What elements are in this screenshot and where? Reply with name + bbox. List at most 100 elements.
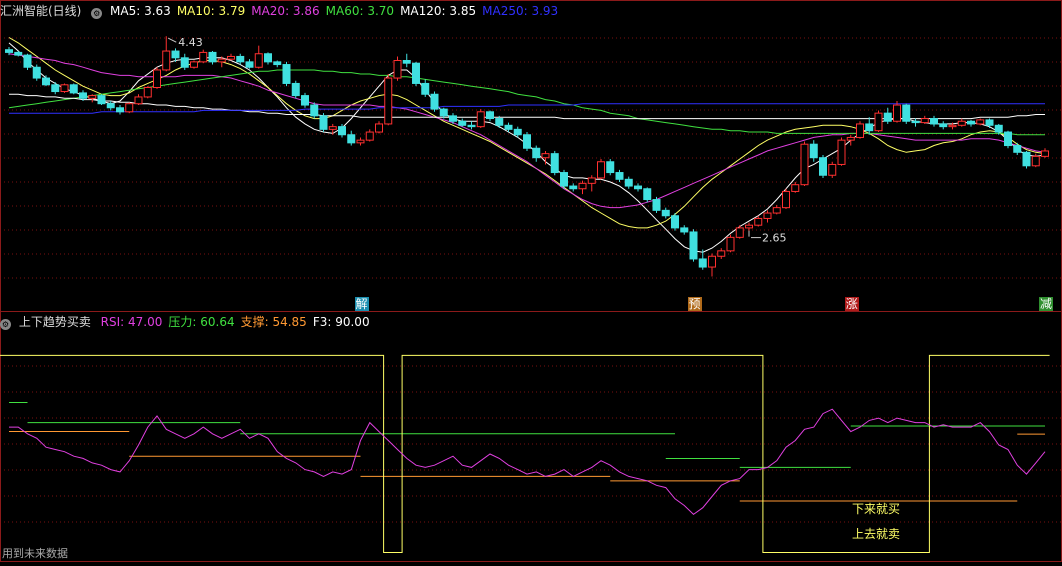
candle-body-35 bbox=[328, 126, 337, 130]
candle-body-1 bbox=[14, 51, 23, 56]
candle-body-56 bbox=[523, 134, 531, 149]
candle-body-8 bbox=[79, 92, 87, 99]
candle-body-7 bbox=[69, 84, 78, 94]
note-down-buy: 下来就买 bbox=[852, 502, 901, 516]
candle-body-53 bbox=[495, 118, 504, 126]
candle-body-75 bbox=[698, 258, 707, 268]
candle-body-33 bbox=[310, 104, 319, 117]
candle-body-28 bbox=[264, 53, 272, 63]
candle-body-42 bbox=[393, 60, 402, 79]
candle-body-63 bbox=[587, 177, 596, 184]
candle-body-90 bbox=[837, 139, 846, 165]
candle-body-77 bbox=[717, 250, 726, 257]
candle-body-9 bbox=[88, 95, 97, 99]
candle-body-60 bbox=[560, 172, 568, 187]
candle-body-50 bbox=[467, 124, 476, 128]
candle-body-74 bbox=[689, 231, 698, 260]
candle-body-85 bbox=[791, 184, 800, 192]
candle-body-58 bbox=[541, 153, 550, 159]
candle-body-112 bbox=[1041, 150, 1049, 157]
candle-body-44 bbox=[412, 62, 420, 84]
candle-body-48 bbox=[449, 115, 457, 122]
candle-body-16 bbox=[153, 69, 161, 88]
candle-body-109 bbox=[1013, 145, 1022, 153]
candle-body-67 bbox=[624, 178, 633, 187]
candle-body-110 bbox=[1022, 151, 1031, 167]
candle-body-76 bbox=[708, 255, 716, 268]
candle-body-52 bbox=[486, 111, 494, 120]
annotation-low-label: 2.65 bbox=[762, 232, 787, 245]
chart-canvas: 4.43 2.65 bbox=[0, 0, 1062, 562]
candle-body-62 bbox=[578, 182, 587, 190]
candle-body-19 bbox=[180, 57, 189, 68]
candle-body-21 bbox=[199, 51, 208, 63]
signal-marker-0: 解 bbox=[354, 297, 369, 311]
ma-legend-item-5: MA250: 3.93 bbox=[482, 4, 559, 18]
candle-body-104 bbox=[967, 120, 975, 125]
candle-body-87 bbox=[809, 143, 818, 159]
candle-body-13 bbox=[125, 103, 134, 113]
settings-icon[interactable]: ⚙ bbox=[91, 8, 103, 19]
indicator-legend: RSI: 47.00 压力: 60.64 支撑: 54.85 F3: 90.00 bbox=[101, 315, 376, 329]
candle-body-69 bbox=[643, 188, 652, 201]
settings-icon[interactable]: ⚙ bbox=[0, 319, 11, 330]
candle-body-49 bbox=[458, 120, 467, 126]
candle-body-84 bbox=[782, 190, 790, 209]
candle-body-78 bbox=[726, 236, 735, 252]
stock-title[interactable]: 汇洲智能(日线) bbox=[0, 4, 81, 18]
indicator-header: ⚙ 上下趋势买卖 RSI: 47.00 压力: 60.64 支撑: 54.85 F3:… bbox=[0, 313, 382, 331]
candle-body-36 bbox=[338, 126, 346, 136]
candle-body-15 bbox=[143, 87, 152, 98]
chart-stage: 4.43 2.65 汇洲智能(日线) ⚙ MA5: 3.63 MA10: 3.79 M… bbox=[0, 0, 1062, 562]
candle-body-31 bbox=[291, 82, 300, 97]
candle-body-11 bbox=[106, 103, 115, 109]
candle-body-81 bbox=[754, 217, 763, 226]
candle-body-12 bbox=[116, 107, 124, 113]
candle-body-107 bbox=[994, 124, 1003, 133]
indicator-legend-item-3: F3: 90.00 bbox=[312, 315, 370, 329]
annotation-high-label: 4.43 bbox=[178, 36, 203, 49]
candle-body-106 bbox=[985, 119, 994, 126]
candle-body-39 bbox=[365, 131, 374, 141]
candle-body-26 bbox=[245, 61, 254, 68]
candle-body-14 bbox=[134, 96, 143, 105]
f3-line bbox=[0, 354, 1050, 553]
annotation-pointer-0 bbox=[168, 37, 177, 43]
candle-body-34 bbox=[319, 115, 328, 130]
candle-body-32 bbox=[301, 95, 309, 106]
candle-body-82 bbox=[763, 212, 772, 219]
ma-legend-item-1: MA10: 3.79 bbox=[176, 4, 246, 18]
candle-body-64 bbox=[597, 161, 605, 179]
candle-body-100 bbox=[930, 118, 938, 125]
ma-legend-item-2: MA20: 3.86 bbox=[251, 4, 320, 18]
candle-body-27 bbox=[254, 53, 263, 68]
indicator-legend-item-2: 支撑: 54.85 bbox=[240, 315, 307, 329]
candle-body-57 bbox=[532, 147, 541, 159]
note-up-sell: 上去就卖 bbox=[852, 527, 901, 541]
footer-text: 用到未来数据 bbox=[2, 547, 68, 560]
candle-body-89 bbox=[828, 163, 837, 176]
signal-marker-2: 涨 bbox=[844, 297, 859, 311]
candle-body-43 bbox=[402, 60, 411, 64]
indicator-legend-item-0: RSI: 47.00 bbox=[100, 315, 163, 329]
indicator-title[interactable]: 上下趋势买卖 bbox=[19, 315, 91, 329]
candle-body-93 bbox=[865, 123, 874, 132]
candle-body-105 bbox=[976, 119, 985, 125]
candle-body-102 bbox=[948, 124, 957, 128]
candle-body-2 bbox=[23, 54, 32, 68]
candle-body-73 bbox=[680, 227, 689, 233]
ma-legend-item-4: MA120: 3.85 bbox=[400, 4, 477, 18]
ma-legend: MA5: 3.63 MA10: 3.79 MA20: 3.86 MA60: 3.70 M… bbox=[110, 4, 564, 18]
candle-body-65 bbox=[606, 161, 615, 174]
candle-body-46 bbox=[430, 93, 439, 110]
indicator-legend-item-1: 压力: 60.64 bbox=[168, 315, 235, 329]
candle-body-95 bbox=[883, 112, 892, 122]
candle-body-54 bbox=[504, 124, 513, 130]
candle-body-10 bbox=[97, 95, 106, 105]
candle-body-92 bbox=[856, 123, 864, 138]
candle-body-98 bbox=[911, 120, 920, 124]
candle-body-108 bbox=[1004, 131, 1012, 147]
candle-body-4 bbox=[42, 77, 50, 86]
candle-body-30 bbox=[282, 64, 291, 84]
candle-body-23 bbox=[217, 58, 226, 63]
